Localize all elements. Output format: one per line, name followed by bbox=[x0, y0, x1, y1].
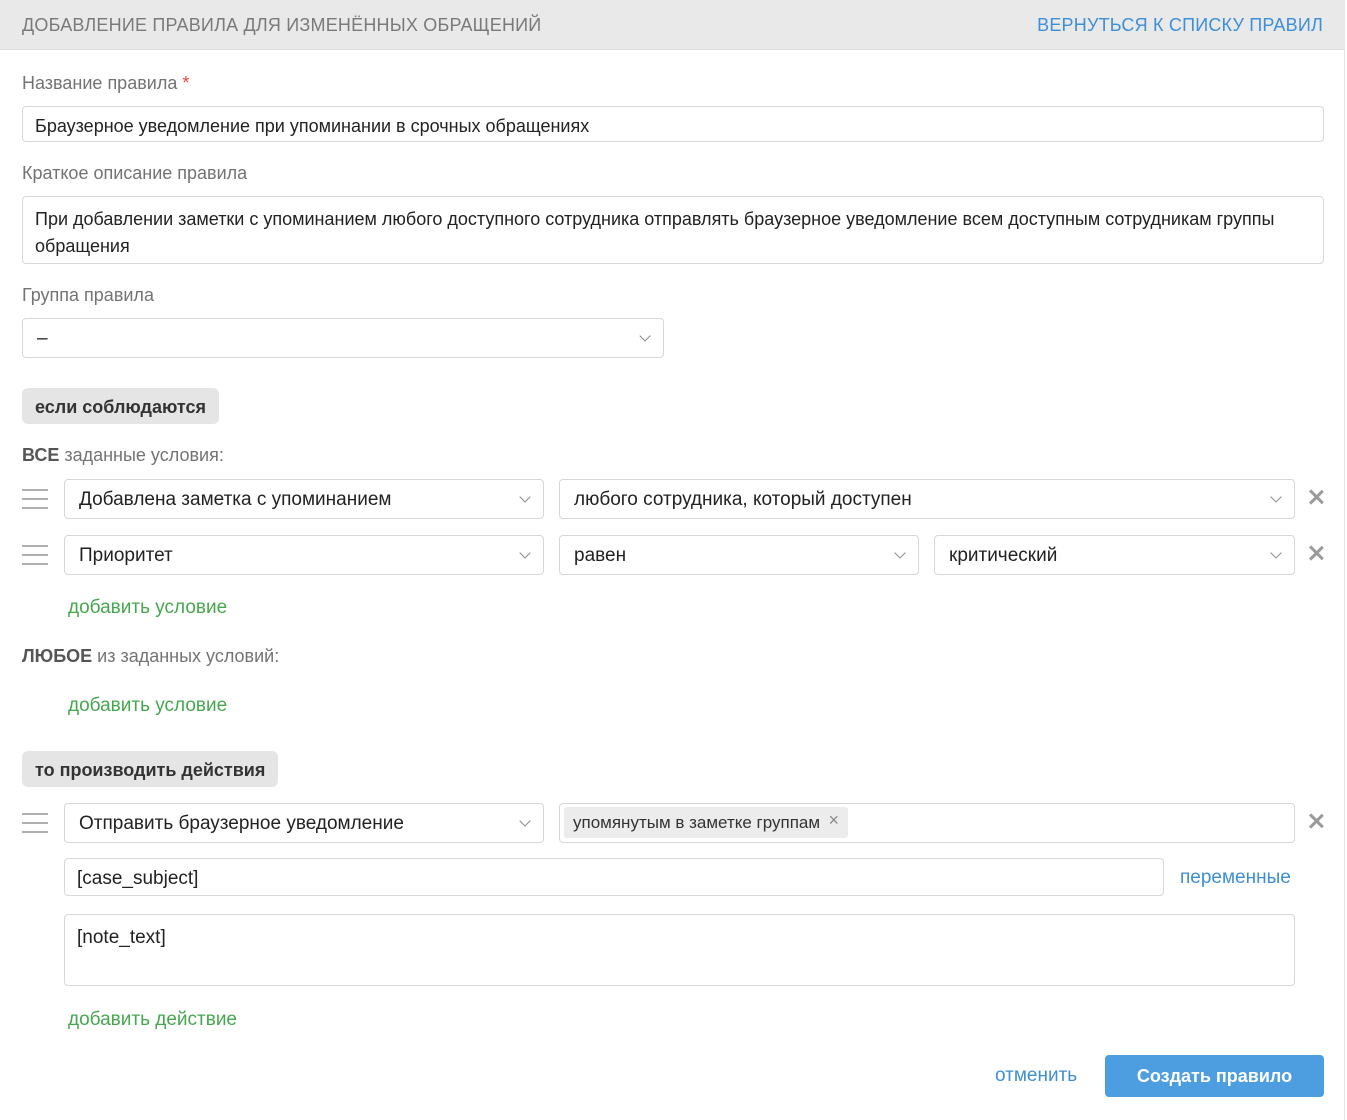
rule-description-label: Краткое описание правила bbox=[22, 163, 248, 183]
add-condition-any-link[interactable]: добавить условие bbox=[68, 695, 227, 717]
chevron-down-icon bbox=[519, 491, 531, 503]
action-recipients-input[interactable]: упомянутым в заметке группам × bbox=[559, 803, 1295, 843]
chevron-down-icon bbox=[894, 547, 906, 559]
add-action-link[interactable]: добавить действие bbox=[68, 1009, 237, 1031]
notification-body-textarea[interactable]: [note_text] bbox=[64, 914, 1295, 986]
chevron-down-icon bbox=[1270, 491, 1282, 503]
cancel-link[interactable]: отменить bbox=[995, 1065, 1077, 1087]
all-conditions-prefix: ВСЕ bbox=[22, 445, 60, 465]
rule-description-textarea[interactable]: При добавлении заметки с упоминанием люб… bbox=[22, 196, 1324, 264]
remove-condition-icon[interactable] bbox=[1307, 544, 1325, 562]
rule-name-input[interactable]: Браузерное уведомление при упоминании в … bbox=[22, 106, 1324, 142]
add-condition-all-link[interactable]: добавить условие bbox=[68, 597, 227, 619]
action-type-value: Отправить браузерное уведомление bbox=[79, 813, 404, 834]
condition-operator-select[interactable]: любого сотрудника, который доступен bbox=[559, 479, 1295, 519]
condition-operator-value: равен bbox=[574, 545, 627, 566]
all-conditions-suffix: заданные условия: bbox=[59, 445, 224, 465]
chevron-down-icon bbox=[519, 815, 531, 827]
page-header: ДОБАВЛЕНИЕ ПРАВИЛА ДЛЯ ИЗМЕНЁННЫХ ОБРАЩЕ… bbox=[0, 0, 1345, 50]
drag-handle-icon[interactable] bbox=[22, 813, 48, 833]
back-to-rules-link[interactable]: ВЕРНУТЬСЯ К СПИСКУ ПРАВИЛ bbox=[1037, 15, 1323, 36]
rule-group-value: – bbox=[37, 328, 48, 349]
create-rule-button[interactable]: Создать правило bbox=[1105, 1055, 1324, 1097]
remove-tag-icon[interactable]: × bbox=[829, 810, 840, 831]
rule-name-label: Название правила * bbox=[22, 73, 189, 94]
all-conditions-heading: ВСЕ заданные условия: bbox=[22, 445, 224, 466]
action-type-select[interactable]: Отправить браузерное уведомление bbox=[64, 803, 544, 843]
rule-group-label: Группа правила bbox=[22, 285, 154, 305]
condition-field-value: Приоритет bbox=[79, 545, 173, 566]
drag-handle-icon[interactable] bbox=[22, 489, 48, 509]
any-conditions-prefix: ЛЮБОЕ bbox=[22, 646, 93, 666]
rule-name-label-text: Название правила bbox=[22, 73, 178, 93]
notification-subject-input[interactable]: [case_subject] bbox=[64, 858, 1164, 896]
conditions-section-label: если соблюдаются bbox=[22, 388, 219, 424]
condition-operator-value: любого сотрудника, который доступен bbox=[574, 489, 912, 510]
recipient-tag: упомянутым в заметке группам × bbox=[564, 807, 849, 838]
condition-value-select[interactable]: критический bbox=[934, 535, 1295, 575]
page-title: ДОБАВЛЕНИЕ ПРАВИЛА ДЛЯ ИЗМЕНЁННЫХ ОБРАЩЕ… bbox=[22, 15, 542, 35]
chevron-down-icon bbox=[639, 330, 651, 342]
rule-group-select[interactable]: – bbox=[22, 318, 664, 358]
condition-operator-select[interactable]: равен bbox=[559, 535, 919, 575]
required-mark: * bbox=[182, 73, 190, 93]
variables-link[interactable]: переменные bbox=[1180, 867, 1291, 889]
condition-value-value: критический bbox=[949, 545, 1058, 566]
remove-condition-icon[interactable] bbox=[1307, 488, 1325, 506]
chevron-down-icon bbox=[1270, 547, 1282, 559]
any-conditions-heading: ЛЮБОЕ из заданных условий: bbox=[22, 646, 279, 667]
any-conditions-suffix: из заданных условий: bbox=[92, 646, 280, 666]
condition-field-select[interactable]: Добавлена заметка с упоминанием bbox=[64, 479, 544, 519]
drag-handle-icon[interactable] bbox=[22, 545, 48, 565]
remove-action-icon[interactable] bbox=[1307, 812, 1325, 830]
recipient-tag-label: упомянутым в заметке группам bbox=[573, 813, 821, 832]
condition-field-select[interactable]: Приоритет bbox=[64, 535, 544, 575]
actions-section-label: то производить действия bbox=[22, 751, 279, 787]
condition-field-value: Добавлена заметка с упоминанием bbox=[79, 489, 392, 510]
chevron-down-icon bbox=[519, 547, 531, 559]
